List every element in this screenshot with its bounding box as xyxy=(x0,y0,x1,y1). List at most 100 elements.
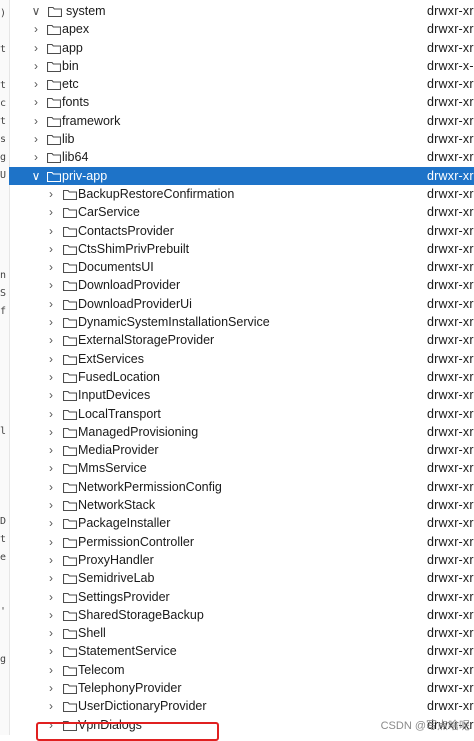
chevron-right-icon[interactable]: › xyxy=(45,441,57,459)
folder-icon xyxy=(63,207,77,219)
chevron-right-icon[interactable]: › xyxy=(45,624,57,642)
chevron-right-icon[interactable]: › xyxy=(30,39,42,57)
chevron-right-icon[interactable]: › xyxy=(45,588,57,606)
chevron-down-icon[interactable]: ∨ xyxy=(30,2,42,20)
chevron-right-icon[interactable]: › xyxy=(45,514,57,532)
chevron-down-icon[interactable]: ∨ xyxy=(30,167,42,185)
chevron-right-icon[interactable]: › xyxy=(45,350,57,368)
folder-name: PermissionController xyxy=(78,534,195,549)
tree-row-managed-provisioning[interactable]: › ManagedProvisioning drwxr-xr xyxy=(9,423,474,441)
chevron-right-icon[interactable]: › xyxy=(30,57,42,75)
folder-icon xyxy=(63,665,77,676)
tree-row-fonts[interactable]: › fonts drwxr-xr xyxy=(9,93,474,111)
tree-row-statement-service[interactable]: › StatementService drwxr-xr xyxy=(9,642,474,660)
tree-row-media-provider[interactable]: › MediaProvider drwxr-xr xyxy=(9,441,474,459)
tree-row-network-stack[interactable]: › NetworkStack drwxr-xr xyxy=(9,496,474,514)
tree-row-contacts-provider[interactable]: › ContactsProvider drwxr-xr xyxy=(9,222,474,240)
file-tree: ∨ system drwxr-xr › apex drwxr-xr › app drwxr-xr… xyxy=(9,2,474,734)
folder-name: lib64 xyxy=(62,150,89,165)
permissions: drwxr-x-- xyxy=(427,58,474,73)
chevron-right-icon[interactable]: › xyxy=(45,405,57,423)
tree-row-car-service[interactable]: › CarService drwxr-xr xyxy=(9,203,474,221)
chevron-right-icon[interactable]: › xyxy=(45,606,57,624)
tree-row-local-transport[interactable]: › LocalTransport drwxr-xr xyxy=(9,405,474,423)
chevron-right-icon[interactable]: › xyxy=(30,93,42,111)
chevron-right-icon[interactable]: › xyxy=(30,130,42,148)
permissions: drwxr-xr xyxy=(427,607,474,622)
tree-row-proxy-handler[interactable]: › ProxyHandler drwxr-xr xyxy=(9,551,474,569)
tree-row-mms-service[interactable]: › MmsService drwxr-xr xyxy=(9,459,474,477)
chevron-right-icon[interactable]: › xyxy=(45,533,57,551)
tree-row-cts-shim-priv-prebuilt[interactable]: › CtsShimPrivPrebuilt drwxr-xr xyxy=(9,240,474,258)
tree-row-user-dictionary-provider[interactable]: › UserDictionaryProvider drwxr-xr xyxy=(9,697,474,715)
tree-row-documents-ui[interactable]: › DocumentsUI drwxr-xr xyxy=(9,258,474,276)
tree-row-lib64[interactable]: › lib64 drwxr-xr xyxy=(9,148,474,166)
chevron-right-icon[interactable]: › xyxy=(30,75,42,93)
folder-name: LocalTransport xyxy=(78,406,161,421)
gutter-fragment: t xyxy=(0,116,7,127)
gutter-fragment: ) xyxy=(0,8,7,19)
tree-row-input-devices[interactable]: › InputDevices drwxr-xr xyxy=(9,386,474,404)
chevron-right-icon[interactable]: › xyxy=(45,697,57,715)
tree-row-bin[interactable]: › bin drwxr-x-- xyxy=(9,57,474,75)
chevron-right-icon[interactable]: › xyxy=(45,331,57,349)
chevron-right-icon[interactable]: › xyxy=(45,240,57,258)
folder-icon xyxy=(63,701,77,713)
tree-row-backup-restore-confirmation[interactable]: › BackupRestoreConfirmation drwxr-xr xyxy=(9,185,474,203)
chevron-right-icon[interactable]: › xyxy=(45,679,57,697)
permissions: drwxr-xr xyxy=(427,552,474,567)
gutter-fragment: t xyxy=(0,44,7,55)
chevron-right-icon[interactable]: › xyxy=(30,148,42,166)
gutter-fragment: t xyxy=(0,80,7,91)
chevron-right-icon[interactable]: › xyxy=(45,661,57,679)
tree-row-package-installer[interactable]: › PackageInstaller drwxr-xr xyxy=(9,514,474,532)
tree-row-telephony-provider[interactable]: › TelephonyProvider drwxr-xr xyxy=(9,679,474,697)
tree-row-framework[interactable]: › framework drwxr-xr xyxy=(9,112,474,130)
permissions: drwxr-xr xyxy=(427,388,474,403)
tree-row-system[interactable]: ∨ system drwxr-xr xyxy=(9,2,474,20)
chevron-right-icon[interactable]: › xyxy=(45,642,57,660)
permissions: drwxr-xr xyxy=(427,498,474,513)
tree-row-priv-app[interactable]: ∨ priv-app drwxr-xr xyxy=(9,166,474,185)
chevron-right-icon[interactable]: › xyxy=(45,295,57,313)
tree-row-etc[interactable]: › etc drwxr-xr xyxy=(9,75,474,93)
chevron-right-icon[interactable]: › xyxy=(45,423,57,441)
tree-row-dynamic-system-installation-service[interactable]: › DynamicSystemInstallationService drwxr-x… xyxy=(9,313,474,331)
tree-row-apex[interactable]: › apex drwxr-xr xyxy=(9,20,474,38)
tree-row-download-provider[interactable]: › DownloadProvider drwxr-xr xyxy=(9,276,474,294)
chevron-right-icon[interactable]: › xyxy=(45,459,57,477)
tree-row-app[interactable]: › app drwxr-xr xyxy=(9,39,474,57)
permissions: drwxr-xr xyxy=(427,241,474,256)
chevron-right-icon[interactable]: › xyxy=(45,185,57,203)
tree-row-shared-storage-backup[interactable]: › SharedStorageBackup drwxr-xr xyxy=(9,606,474,624)
folder-name: CarService xyxy=(78,205,140,220)
tree-row-telecom[interactable]: › Telecom drwxr-xr xyxy=(9,661,474,679)
permissions: drwxr-xr xyxy=(427,644,474,659)
tree-row-semidrive-lab[interactable]: › SemidriveLab drwxr-xr xyxy=(9,569,474,587)
chevron-right-icon[interactable]: › xyxy=(45,203,57,221)
chevron-right-icon[interactable]: › xyxy=(45,313,57,331)
chevron-right-icon[interactable]: › xyxy=(45,368,57,386)
chevron-right-icon[interactable]: › xyxy=(30,20,42,38)
chevron-right-icon[interactable]: › xyxy=(45,386,57,404)
chevron-right-icon[interactable]: › xyxy=(45,569,57,587)
chevron-right-icon[interactable]: › xyxy=(45,276,57,294)
chevron-right-icon[interactable]: › xyxy=(30,112,42,130)
permissions: drwxr-xr xyxy=(427,479,474,494)
tree-row-external-storage-provider[interactable]: › ExternalStorageProvider drwxr-xr xyxy=(9,331,474,349)
tree-row-lib[interactable]: › lib drwxr-xr xyxy=(9,130,474,148)
tree-row-fused-location[interactable]: › FusedLocation drwxr-xr xyxy=(9,368,474,386)
permissions: drwxr-xr xyxy=(427,461,474,476)
chevron-right-icon[interactable]: › xyxy=(45,222,57,240)
tree-row-shell[interactable]: › Shell drwxr-xr xyxy=(9,624,474,642)
tree-row-download-provider-ui[interactable]: › DownloadProviderUi drwxr-xr xyxy=(9,295,474,313)
chevron-right-icon[interactable]: › xyxy=(45,716,57,734)
chevron-right-icon[interactable]: › xyxy=(45,551,57,569)
tree-row-network-permission-config[interactable]: › NetworkPermissionConfig drwxr-xr xyxy=(9,478,474,496)
tree-row-permission-controller[interactable]: › PermissionController drwxr-xr xyxy=(9,533,474,551)
tree-row-settings-provider[interactable]: › SettingsProvider drwxr-xr xyxy=(9,588,474,606)
chevron-right-icon[interactable]: › xyxy=(45,478,57,496)
chevron-right-icon[interactable]: › xyxy=(45,496,57,514)
chevron-right-icon[interactable]: › xyxy=(45,258,57,276)
tree-row-ext-services[interactable]: › ExtServices drwxr-xr xyxy=(9,350,474,368)
